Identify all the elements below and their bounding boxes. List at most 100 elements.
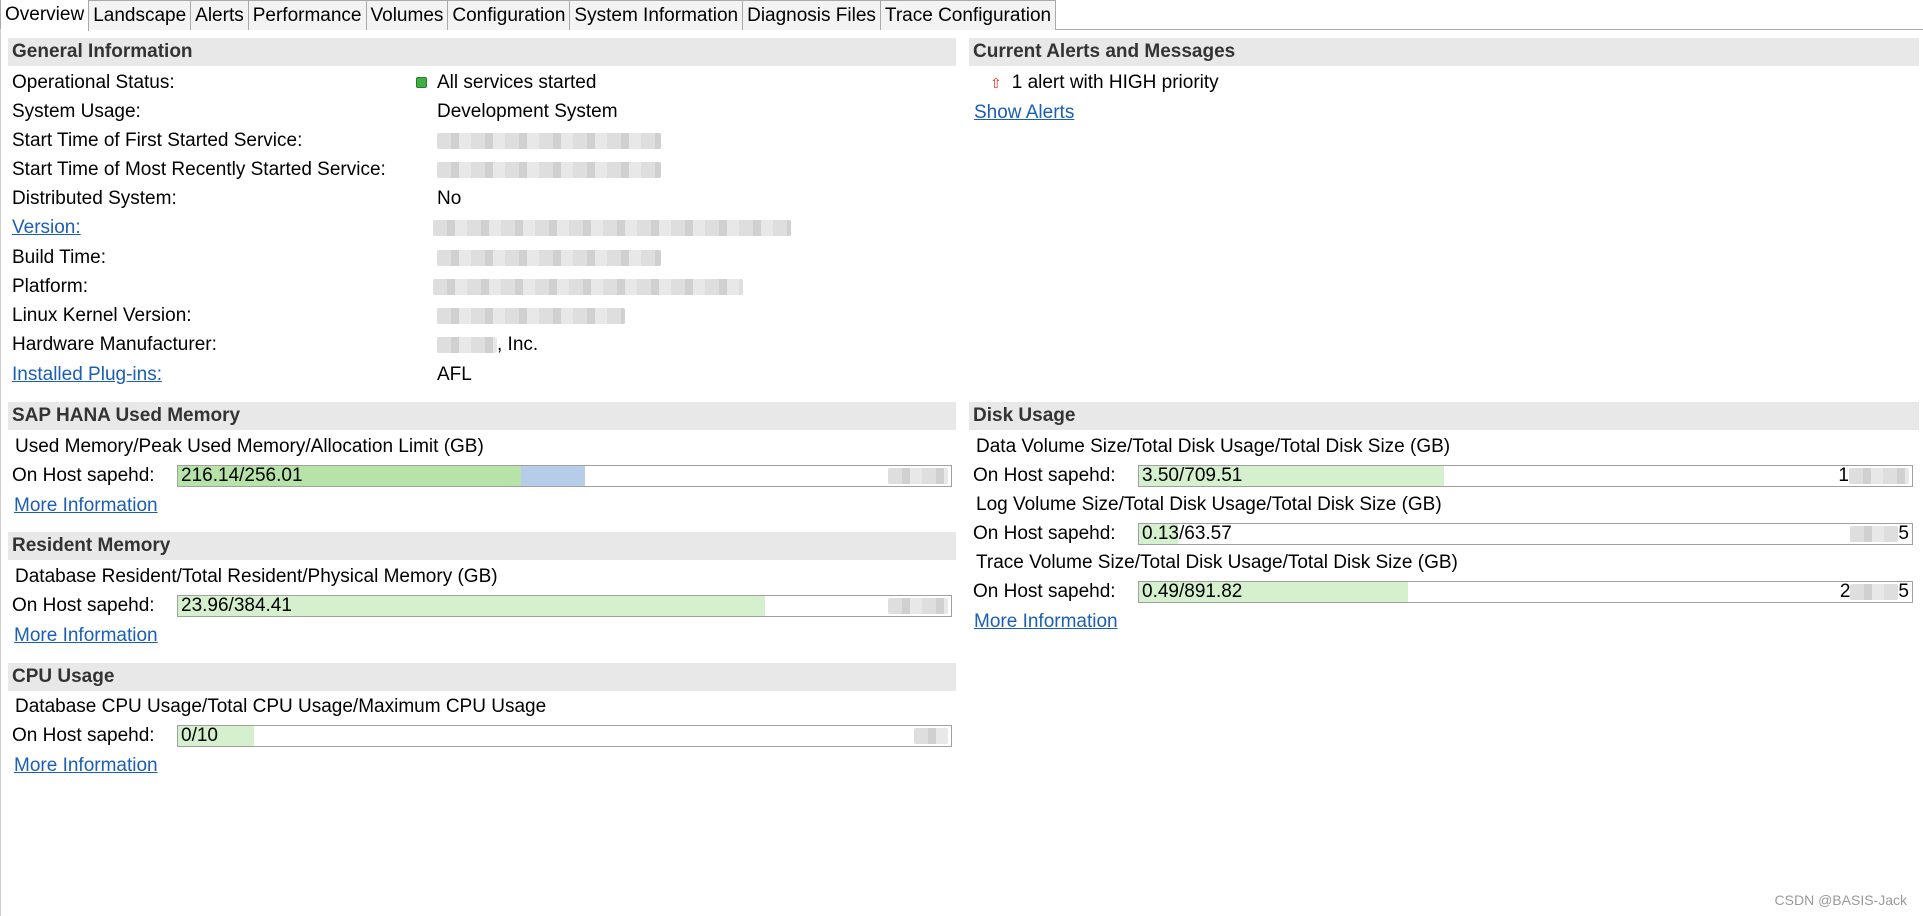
distributed-label: Distributed System: bbox=[12, 188, 177, 209]
disk-more-link[interactable]: More Information bbox=[974, 611, 1118, 632]
system-usage-row: System Usage: Development System bbox=[0, 99, 960, 125]
build-time-value-redacted bbox=[437, 245, 661, 271]
operational-status-text: All services started bbox=[437, 72, 597, 93]
cpu-usage-value: 0/10 bbox=[181, 725, 218, 746]
data-volume-value: 3.50/709.51 bbox=[1142, 465, 1243, 486]
tab-system-information[interactable]: System Information bbox=[569, 0, 744, 30]
hardware-label: Hardware Manufacturer: bbox=[12, 334, 217, 355]
version-link[interactable]: Version: bbox=[12, 215, 81, 241]
tab-configuration[interactable]: Configuration bbox=[447, 0, 571, 30]
redacted-block bbox=[437, 336, 497, 353]
kernel-value-redacted bbox=[437, 303, 625, 329]
kernel-row: Linux Kernel Version: bbox=[0, 303, 960, 329]
high-priority-arrow-icon: ⇧ bbox=[990, 75, 1002, 91]
tab-volumes[interactable]: Volumes bbox=[365, 0, 449, 30]
used-memory-value: 216.14/256.01 bbox=[181, 465, 303, 486]
log-volume-bar: 0.13/63.57 5 bbox=[1138, 523, 1913, 545]
distributed-value: No bbox=[437, 188, 462, 209]
redacted-block bbox=[1849, 467, 1909, 484]
start-first-value-redacted bbox=[437, 128, 661, 154]
max-cpu-redacted bbox=[914, 726, 948, 746]
start-first-row: Start Time of First Started Service: bbox=[0, 128, 960, 154]
used-memory-host-label: On Host sapehd: bbox=[12, 465, 155, 486]
tab-trace-configuration[interactable]: Trace Configuration bbox=[879, 0, 1057, 30]
data-total-size: 1 bbox=[1838, 466, 1909, 486]
platform-row: Platform: bbox=[0, 274, 960, 300]
log-volume-value: 0.13/63.57 bbox=[1142, 523, 1232, 544]
cpu-usage-header: CPU Usage bbox=[8, 663, 956, 691]
tab-performance[interactable]: Performance bbox=[247, 0, 367, 30]
redacted-block bbox=[1850, 525, 1899, 542]
watermark: CSDN @BASIS-Jack bbox=[1774, 892, 1907, 908]
redacted-block bbox=[433, 219, 791, 236]
used-memory-header: SAP HANA Used Memory bbox=[8, 402, 956, 430]
distributed-row: Distributed System: No bbox=[0, 186, 960, 212]
system-usage-value: Development System bbox=[437, 101, 618, 122]
log-volume-host-label: On Host sapehd: bbox=[973, 523, 1116, 544]
general-information-header: General Information bbox=[8, 38, 956, 66]
show-alerts-link[interactable]: Show Alerts bbox=[974, 102, 1074, 123]
resident-memory-host-label: On Host sapehd: bbox=[12, 595, 155, 616]
trace-volume-subtitle: Trace Volume Size/Total Disk Usage/Total… bbox=[976, 552, 1458, 573]
allocation-limit-redacted bbox=[888, 466, 948, 486]
version-value-redacted bbox=[433, 215, 791, 241]
cpu-usage-more-link[interactable]: More Information bbox=[14, 755, 158, 776]
hardware-value: , Inc. bbox=[437, 332, 538, 358]
platform-value-redacted bbox=[433, 274, 743, 300]
physical-memory-redacted bbox=[888, 596, 948, 616]
redacted-block bbox=[914, 727, 948, 744]
used-memory-more-link[interactable]: More Information bbox=[14, 495, 158, 516]
hardware-suffix: , Inc. bbox=[497, 334, 539, 355]
resident-memory-subtitle: Database Resident/Total Resident/Physica… bbox=[15, 566, 498, 587]
redacted-block bbox=[437, 132, 661, 149]
build-time-label: Build Time: bbox=[12, 247, 106, 268]
version-row: Version: bbox=[0, 215, 960, 241]
start-first-label: Start Time of First Started Service: bbox=[12, 130, 303, 151]
cpu-usage-more-row: More Information bbox=[14, 753, 158, 779]
cpu-usage-bar: 0/10 bbox=[177, 725, 952, 747]
data-volume-host-label: On Host sapehd: bbox=[973, 465, 1116, 486]
plugins-value: AFL bbox=[437, 364, 472, 385]
log-volume-subtitle: Log Volume Size/Total Disk Usage/Total D… bbox=[976, 494, 1442, 515]
redacted-block bbox=[888, 467, 948, 484]
hardware-row: Hardware Manufacturer: , Inc. bbox=[0, 332, 960, 358]
resident-memory-header: Resident Memory bbox=[8, 532, 956, 560]
data-total-size-digit: 1 bbox=[1838, 465, 1849, 486]
operational-status-value: All services started bbox=[416, 70, 596, 96]
resident-memory-value: 23.96/384.41 bbox=[181, 595, 292, 616]
tab-overview[interactable]: Overview bbox=[0, 0, 90, 31]
kernel-label: Linux Kernel Version: bbox=[12, 305, 192, 326]
used-memory-bar: 216.14/256.01 bbox=[177, 465, 952, 487]
redacted-block bbox=[433, 278, 743, 295]
start-recent-value-redacted bbox=[437, 157, 661, 183]
start-recent-row: Start Time of Most Recently Started Serv… bbox=[0, 157, 960, 183]
log-total-size: 5 bbox=[1850, 524, 1909, 544]
trace-total-size-tail: 5 bbox=[1898, 581, 1909, 602]
disk-usage-header: Disk Usage bbox=[969, 402, 1919, 430]
installed-plugins-link[interactable]: Installed Plug-ins: bbox=[12, 362, 162, 388]
redacted-block bbox=[888, 597, 948, 614]
trace-total-size-lead: 2 bbox=[1839, 581, 1851, 602]
resident-memory-more-row: More Information bbox=[14, 623, 158, 649]
tab-alerts[interactable]: Alerts bbox=[190, 0, 249, 30]
redacted-block bbox=[437, 307, 625, 324]
current-alerts-header: Current Alerts and Messages bbox=[969, 38, 1919, 66]
operational-status-label: Operational Status: bbox=[12, 72, 175, 93]
resident-memory-more-link[interactable]: More Information bbox=[14, 625, 158, 646]
build-time-row: Build Time: bbox=[0, 245, 960, 271]
redacted-block bbox=[437, 249, 661, 266]
data-volume-subtitle: Data Volume Size/Total Disk Usage/Total … bbox=[976, 436, 1451, 457]
tab-diagnosis-files[interactable]: Diagnosis Files bbox=[742, 0, 881, 30]
operational-status-row: Operational Status: All services started bbox=[0, 70, 960, 96]
redacted-block bbox=[437, 161, 661, 178]
cpu-usage-subtitle: Database CPU Usage/Total CPU Usage/Maxim… bbox=[15, 696, 547, 717]
alert-message: 1 alert with HIGH priority bbox=[1011, 72, 1219, 93]
tab-landscape[interactable]: Landscape bbox=[88, 0, 192, 30]
platform-label: Platform: bbox=[12, 276, 89, 297]
start-recent-label: Start Time of Most Recently Started Serv… bbox=[12, 159, 386, 180]
disk-more-row: More Information bbox=[974, 609, 1118, 635]
plugins-row: Installed Plug-ins: AFL bbox=[0, 362, 960, 388]
used-memory-subtitle: Used Memory/Peak Used Memory/Allocation … bbox=[15, 436, 484, 457]
status-green-icon bbox=[416, 77, 427, 89]
tab-bar: Overview Landscape Alerts Performance Vo… bbox=[0, 0, 1923, 31]
